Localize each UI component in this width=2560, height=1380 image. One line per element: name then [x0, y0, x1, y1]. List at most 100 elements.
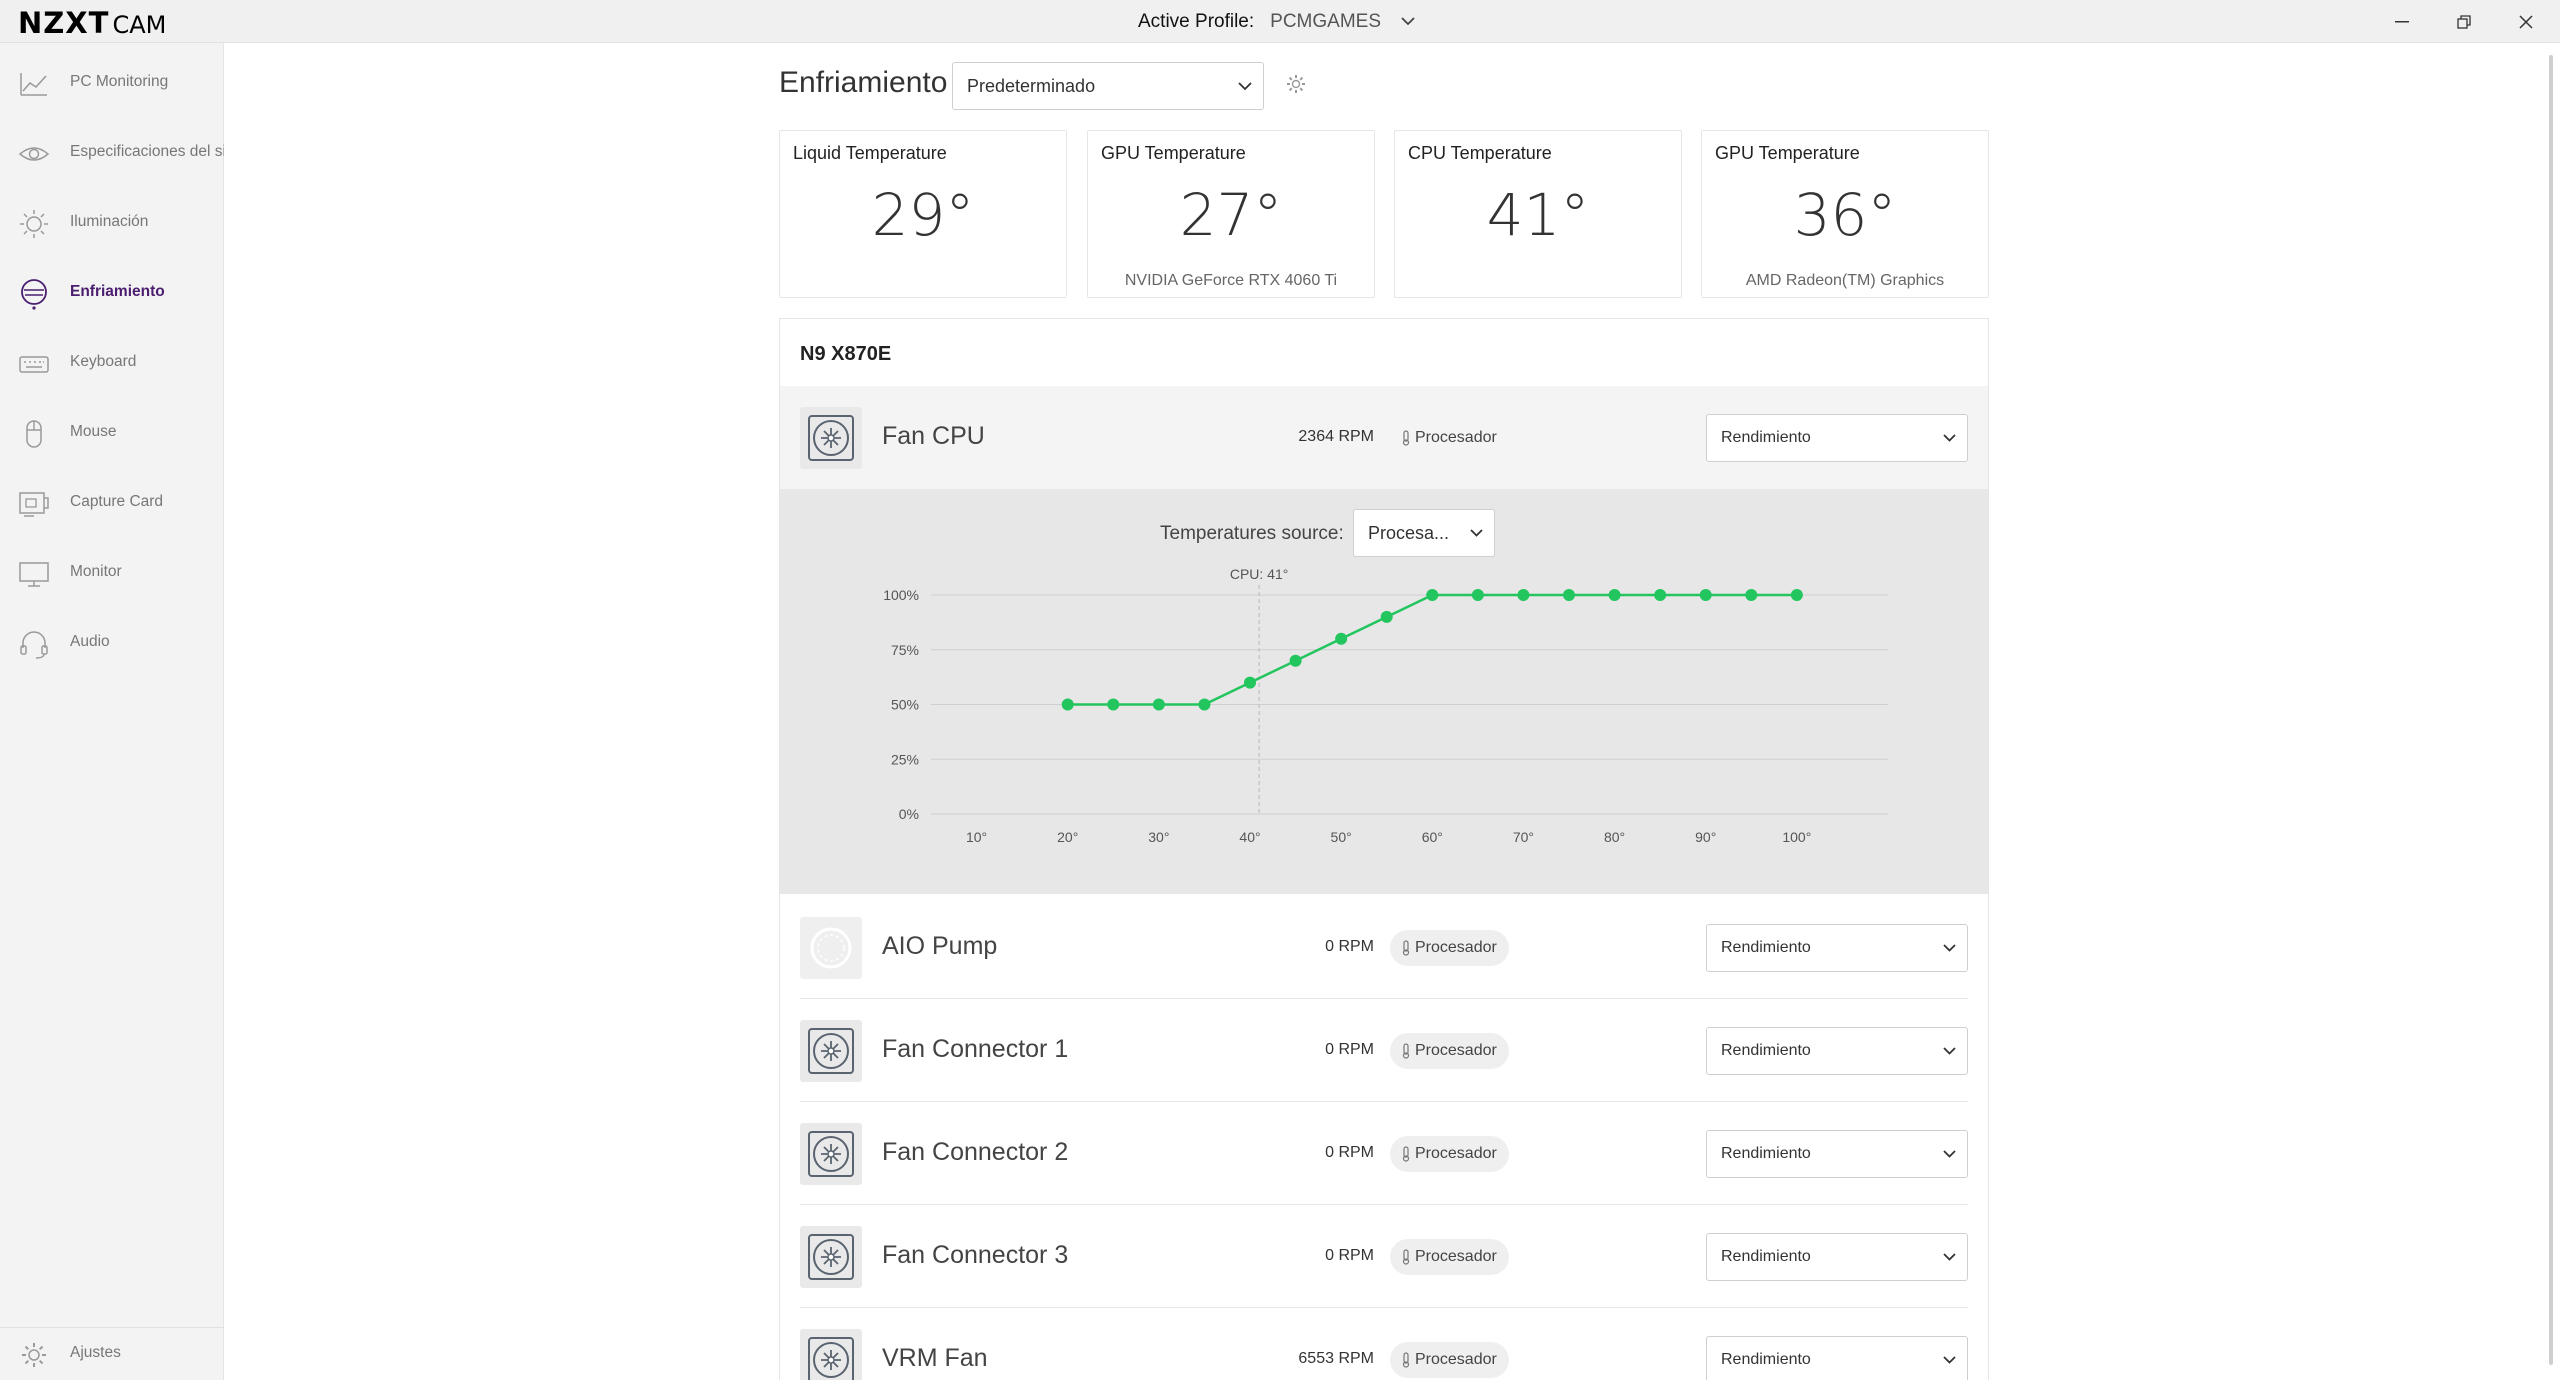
fan-icon	[800, 407, 862, 469]
temp-card-value: 27°	[1179, 181, 1283, 249]
device-name: N9 X870E	[800, 343, 892, 365]
fan-source-chip[interactable]: Procesador	[1390, 930, 1509, 966]
sidebar-item-audio[interactable]: Audio	[0, 617, 224, 667]
sidebar-item-label: Keyboard	[70, 353, 137, 370]
fan-curve-point[interactable]	[1654, 589, 1667, 601]
active-profile[interactable]: Active Profile: PCMGAMES	[1138, 0, 1419, 43]
y-tick-label: 100%	[883, 587, 919, 603]
y-tick-label: 50%	[891, 697, 919, 713]
chevron-down-icon	[1931, 1047, 1967, 1055]
fan-source-chip[interactable]: Procesador	[1390, 420, 1509, 456]
fan-curve-point[interactable]	[1608, 589, 1621, 601]
sidebar-item-settings[interactable]: Ajustes	[0, 1328, 224, 1378]
fan-curve-point[interactable]	[1289, 654, 1302, 667]
sidebar-item-system-specs[interactable]: Especificaciones del sis	[0, 127, 224, 177]
fan-curve-point[interactable]	[1198, 698, 1211, 711]
fan-row-fan-cpu[interactable]: Fan CPU 2364 RPM Procesador Rendimiento	[780, 386, 1988, 489]
fan-mode-select[interactable]: Rendimiento	[1706, 414, 1968, 462]
fan-row-aio-pump[interactable]: AIO Pump 0 RPM Procesador Rendimiento	[780, 896, 1988, 999]
restore-button[interactable]	[2434, 0, 2494, 43]
fan-mode-select[interactable]: Rendimiento	[1706, 1027, 1968, 1075]
fan-curve-point[interactable]	[1471, 589, 1484, 601]
fan-source-chip[interactable]: Procesador	[1390, 1239, 1509, 1275]
fan-curve-point[interactable]	[1790, 589, 1803, 601]
sidebar-item-label: Especificaciones del sis	[70, 143, 224, 160]
sidebar-item-pc-monitoring[interactable]: PC Monitoring	[0, 57, 224, 107]
fan-curve-point[interactable]	[1152, 698, 1165, 711]
fan-curve-point[interactable]	[1244, 676, 1256, 689]
fan-curve-point[interactable]	[1745, 589, 1758, 601]
x-tick-label: 40°	[1239, 829, 1260, 845]
sidebar-item-lighting[interactable]: Iluminación	[0, 197, 224, 247]
chevron-down-icon	[1931, 434, 1967, 442]
fan-curve-point[interactable]	[1517, 589, 1530, 601]
fan-icon	[800, 1226, 862, 1288]
close-button[interactable]	[2496, 0, 2556, 43]
fan-mode-select[interactable]: Rendimiento	[1706, 1336, 1968, 1380]
sidebar-item-mouse[interactable]: Mouse	[0, 407, 224, 457]
sidebar-item-monitor[interactable]: Monitor	[0, 547, 224, 597]
fan-row-fan-connector-1[interactable]: Fan Connector 1 0 RPM Procesador Rendimi…	[780, 999, 1988, 1102]
fan-icon	[800, 1020, 862, 1082]
fan-mode-value: Rendimiento	[1721, 429, 1811, 446]
fan-name: Fan Connector 2	[882, 1138, 1069, 1166]
fan-source-label: Procesador	[1415, 1248, 1497, 1265]
temp-card-subtitle: AMD Radeon(TM) Graphics	[1745, 272, 1945, 289]
fan-name: Fan Connector 1	[882, 1035, 1069, 1063]
gear-icon	[22, 1343, 46, 1367]
close-icon	[2519, 14, 2533, 29]
fan-name: Fan CPU	[882, 422, 985, 450]
sidebar-item-label: Capture Card	[70, 493, 164, 510]
fan-source-chip[interactable]: Procesador	[1390, 1136, 1509, 1172]
fan-curve-chart[interactable]: 0% 25% 50% 75% 100% 10° 20° 30° 40° 50° 60° 70° 80° 9…	[780, 489, 1988, 894]
fan-mode-select[interactable]: Rendimiento	[1706, 1233, 1968, 1281]
fan-row-fan-connector-2[interactable]: Fan Connector 2 0 RPM Procesador Rendimi…	[780, 1102, 1988, 1205]
chevron-down-icon	[1931, 944, 1967, 952]
fan-curve-point[interactable]	[1699, 589, 1712, 601]
preset-settings-button[interactable]	[1284, 72, 1308, 96]
page-scrollbar[interactable]	[2549, 55, 2553, 1365]
minimize-button[interactable]	[2372, 0, 2432, 43]
fan-curve-point[interactable]	[1335, 632, 1348, 645]
chevron-down-icon[interactable]	[1397, 11, 1419, 33]
temp-card-value: 36°	[1793, 181, 1897, 249]
fan-source-chip[interactable]: Procesador	[1390, 1342, 1509, 1378]
active-profile-value: PCMGAMES	[1270, 10, 1382, 32]
sidebar-item-capture-card[interactable]: Capture Card	[0, 477, 224, 527]
fan-mode-select[interactable]: Rendimiento	[1706, 924, 1968, 972]
fan-row-fan-connector-3[interactable]: Fan Connector 3 0 RPM Procesador Rendimi…	[780, 1205, 1988, 1308]
sidebar-item-label: Monitor	[70, 563, 122, 580]
fan-source-label: Procesador	[1415, 1351, 1497, 1368]
current-temp-label: CPU: 41°	[1230, 566, 1289, 582]
fan-mode-value: Rendimiento	[1721, 1042, 1811, 1059]
fan-row-vrm-fan[interactable]: VRM Fan 6553 RPM Procesador Rendimiento	[780, 1308, 1988, 1380]
sidebar-item-label: Iluminación	[70, 213, 149, 230]
sidebar-item-label: Ajustes	[70, 1344, 121, 1361]
x-tick-label: 20°	[1057, 829, 1078, 845]
temp-card-title: GPU Temperature	[1715, 143, 1860, 163]
logo-wordmark: NZXT	[18, 6, 110, 40]
fan-name: Fan Connector 3	[882, 1241, 1069, 1269]
title-bar: NZXT CAM Active Profile: PCMGAMES	[0, 0, 2560, 43]
monitor-icon	[19, 562, 49, 587]
x-tick-label: 70°	[1513, 829, 1534, 845]
app-logo: NZXT CAM	[18, 6, 166, 40]
fan-curve-point[interactable]	[1107, 698, 1120, 711]
fan-curve-panel: Temperatures source: Procesa... 0% 25% 50%…	[780, 489, 1988, 894]
fan-rpm: 0 RPM	[1325, 1247, 1374, 1264]
fan-curve-point[interactable]	[1380, 610, 1393, 623]
temp-card-gpu-nvidia: GPU Temperature 27° NVIDIA GeForce RTX 4…	[1087, 130, 1375, 298]
chevron-down-icon	[1227, 81, 1263, 91]
y-tick-label: 0%	[899, 806, 919, 822]
sidebar-item-keyboard[interactable]: Keyboard	[0, 337, 224, 387]
cooling-icon	[21, 279, 47, 310]
fan-mode-value: Rendimiento	[1721, 1248, 1811, 1265]
preset-select[interactable]: Predeterminado	[952, 62, 1264, 110]
fan-source-chip[interactable]: Procesador	[1390, 1033, 1509, 1069]
fan-curve-point[interactable]	[1061, 698, 1074, 711]
temp-card-value: 29°	[871, 181, 975, 249]
fan-curve-point[interactable]	[1563, 589, 1575, 601]
fan-mode-select[interactable]: Rendimiento	[1706, 1130, 1968, 1178]
fan-curve-point[interactable]	[1426, 589, 1439, 601]
sidebar-item-cooling[interactable]: Enfriamiento	[0, 267, 224, 317]
